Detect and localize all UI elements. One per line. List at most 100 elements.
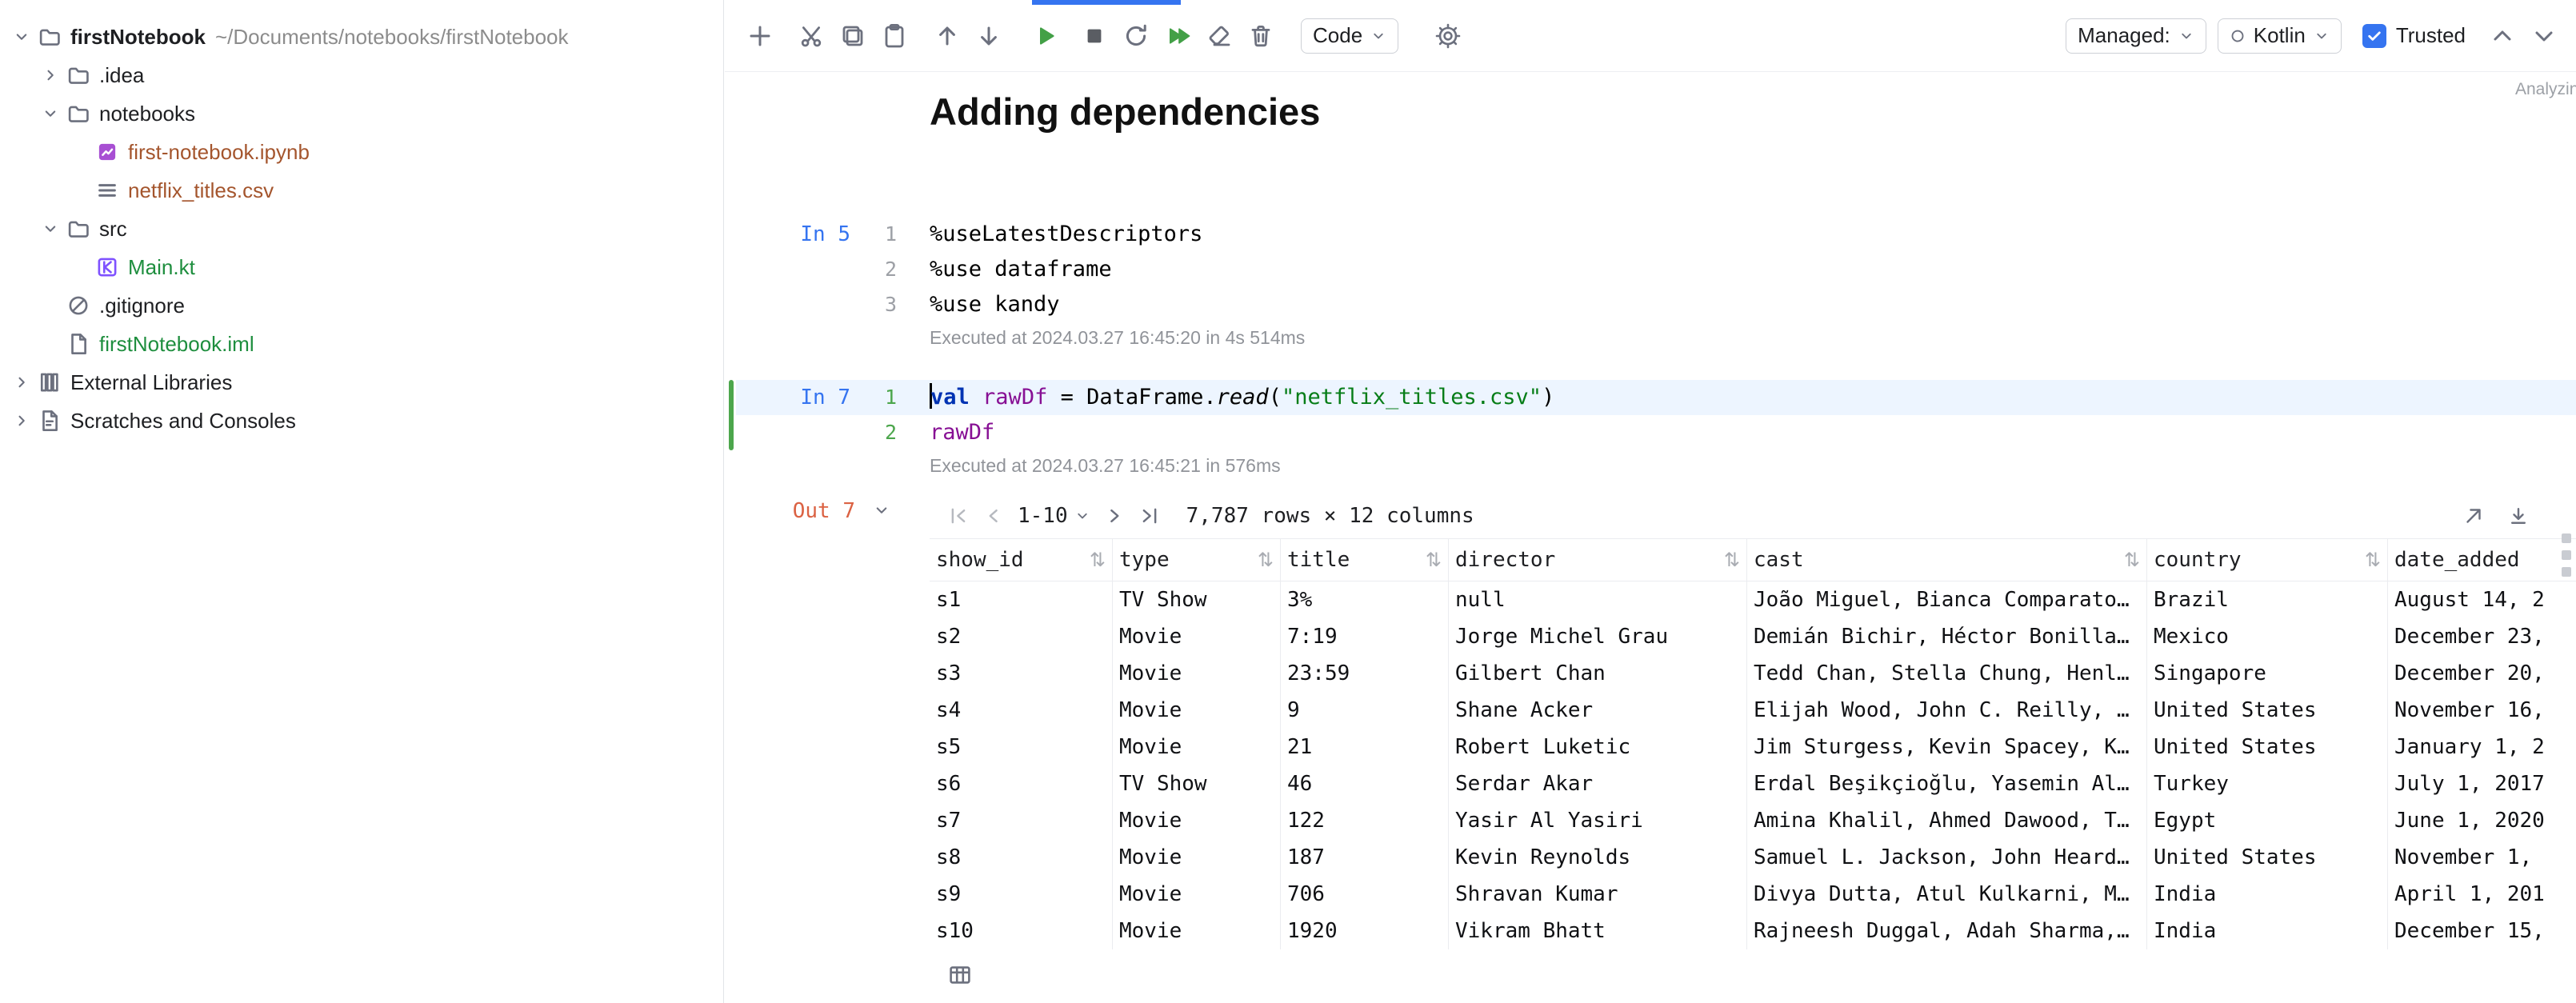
next-page-button[interactable] [1098,500,1130,532]
table-cell[interactable]: India [2147,913,2388,949]
table-cell[interactable]: Movie [1113,692,1281,729]
previous-page-button[interactable] [978,500,1010,532]
table-cell[interactable]: United States [2147,692,2388,729]
chevron-down-icon[interactable] [11,26,32,47]
chevron-right-icon[interactable] [11,410,32,431]
table-cell[interactable]: Tedd Chan, Stella Chung, Henl… [1747,655,2147,692]
drag-handle-icon[interactable] [2562,533,2571,577]
tree-item-main-kt[interactable]: Main.kt [0,248,723,286]
table-cell[interactable]: Divya Dutta, Atul Kulkarni, M… [1747,876,2147,913]
table-cell[interactable]: Kevin Reynolds [1449,839,1747,876]
table-cell[interactable]: null [1449,581,1747,618]
table-cell[interactable]: 23:59 [1281,655,1449,692]
table-cell[interactable]: Brazil [2147,581,2388,618]
code-cell-in7[interactable]: In 7 1 val rawDf = DataFrame.read("netflix… [725,380,2576,478]
table-cell[interactable]: Shravan Kumar [1449,876,1747,913]
table-cell[interactable]: 9 [1281,692,1449,729]
table-cell[interactable]: 46 [1281,765,1449,802]
table-cell[interactable]: TV Show [1113,581,1281,618]
trusted-checkbox[interactable] [2362,23,2386,48]
table-cell[interactable]: December 23, [2388,618,2576,655]
tree-item-src[interactable]: src [0,210,723,248]
column-header-type[interactable]: type ⇅ [1113,539,1281,581]
download-button[interactable] [2502,500,2534,532]
tree-item-notebooks[interactable]: notebooks [0,94,723,133]
table-cell[interactable]: Amina Khalil, Ahmed Dawood, T… [1747,802,2147,839]
run-all-cells-button[interactable] [1158,17,1197,55]
open-in-new-window-button[interactable] [2458,500,2490,532]
code-text[interactable]: %use kandy [930,287,1060,322]
table-cell[interactable]: January 1, 2 [2388,729,2576,765]
table-cell[interactable]: s1 [930,581,1113,618]
page-range-dropdown[interactable]: 1-10 [1018,504,1090,528]
table-cell[interactable]: November 1, [2388,839,2576,876]
table-cell[interactable]: s8 [930,839,1113,876]
table-cell[interactable]: December 15, [2388,913,2576,949]
table-cell[interactable]: Yasir Al Yasiri [1449,802,1747,839]
clear-outputs-button[interactable] [1200,17,1238,55]
add-cell-button[interactable] [741,17,779,55]
move-cell-up-button[interactable] [928,17,966,55]
table-cell[interactable]: April 1, 201 [2388,876,2576,913]
expand-all-outputs-button[interactable] [2525,17,2563,55]
sort-icon[interactable]: ⇅ [1090,549,1106,571]
notebook-settings-button[interactable] [1429,17,1467,55]
table-cell[interactable]: Samuel L. Jackson, John Heard… [1747,839,2147,876]
tree-item-scratches-and-consoles[interactable]: Scratches and Consoles [0,402,723,440]
cut-cell-button[interactable] [792,17,830,55]
sort-icon[interactable]: ⇅ [1258,549,1274,571]
code-text[interactable]: val rawDf = DataFrame.read("netflix_titl… [930,380,1554,415]
tree-item-first-notebook-ipynb[interactable]: first-notebook.ipynb [0,133,723,171]
column-header-country[interactable]: country ⇅ [2147,539,2388,581]
table-cell[interactable]: Turkey [2147,765,2388,802]
table-cell[interactable]: June 1, 2020 [2388,802,2576,839]
table-cell[interactable]: July 1, 2017 [2388,765,2576,802]
table-view-button[interactable] [942,959,978,991]
table-cell[interactable]: Movie [1113,802,1281,839]
paste-cell-button[interactable] [875,17,914,55]
table-cell[interactable]: Singapore [2147,655,2388,692]
last-page-button[interactable] [1134,500,1166,532]
chevron-right-icon[interactable] [40,65,61,86]
column-header-date_added[interactable]: date_added⇅ [2388,539,2576,581]
table-cell[interactable]: Movie [1113,876,1281,913]
restart-kernel-button[interactable] [1117,17,1155,55]
table-cell[interactable]: João Miguel, Bianca Comparato… [1747,581,2147,618]
tree-item-idea[interactable]: .idea [0,56,723,94]
table-cell[interactable]: Mexico [2147,618,2388,655]
chevron-down-icon[interactable] [40,103,61,124]
table-cell[interactable]: Rajneesh Duggal, Adah Sharma,… [1747,913,2147,949]
table-cell[interactable]: 1920 [1281,913,1449,949]
table-cell[interactable]: November 16, [2388,692,2576,729]
column-header-cast[interactable]: cast ⇅ [1747,539,2147,581]
code-text[interactable]: rawDf [930,415,994,450]
move-cell-down-button[interactable] [970,17,1008,55]
run-cell-button[interactable] [1026,17,1064,55]
column-header-title[interactable]: title ⇅ [1281,539,1449,581]
tree-item-netflix-titles-csv[interactable]: netflix_titles.csv [0,171,723,210]
tree-item-external-libraries[interactable]: External Libraries [0,363,723,402]
column-header-director[interactable]: director ⇅ [1449,539,1747,581]
table-cell[interactable]: s2 [930,618,1113,655]
table-cell[interactable]: Egypt [2147,802,2388,839]
table-cell[interactable]: Elijah Wood, John C. Reilly, … [1747,692,2147,729]
kernel-dropdown[interactable]: Kotlin [2217,18,2342,54]
collapse-output-icon[interactable] [873,502,890,519]
table-cell[interactable]: India [2147,876,2388,913]
table-cell[interactable]: s7 [930,802,1113,839]
table-cell[interactable]: Movie [1113,729,1281,765]
table-cell[interactable]: United States [2147,729,2388,765]
table-cell[interactable]: Vikram Bhatt [1449,913,1747,949]
table-cell[interactable]: 3% [1281,581,1449,618]
sort-icon[interactable]: ⇅ [1724,549,1740,571]
managed-dropdown[interactable]: Managed: [2066,18,2206,54]
table-cell[interactable]: Movie [1113,839,1281,876]
tree-item-root[interactable]: firstNotebook ~/Documents/notebooks/firs… [0,18,723,56]
cell-type-dropdown[interactable]: Code [1301,18,1399,54]
table-cell[interactable]: 706 [1281,876,1449,913]
table-cell[interactable]: August 14, 2 [2388,581,2576,618]
table-cell[interactable]: s3 [930,655,1113,692]
copy-cell-button[interactable] [834,17,872,55]
sort-icon[interactable]: ⇅ [2365,549,2381,571]
code-cell-in5[interactable]: In 5 1 %useLatestDescriptors 2 %use datafram… [725,217,2576,350]
